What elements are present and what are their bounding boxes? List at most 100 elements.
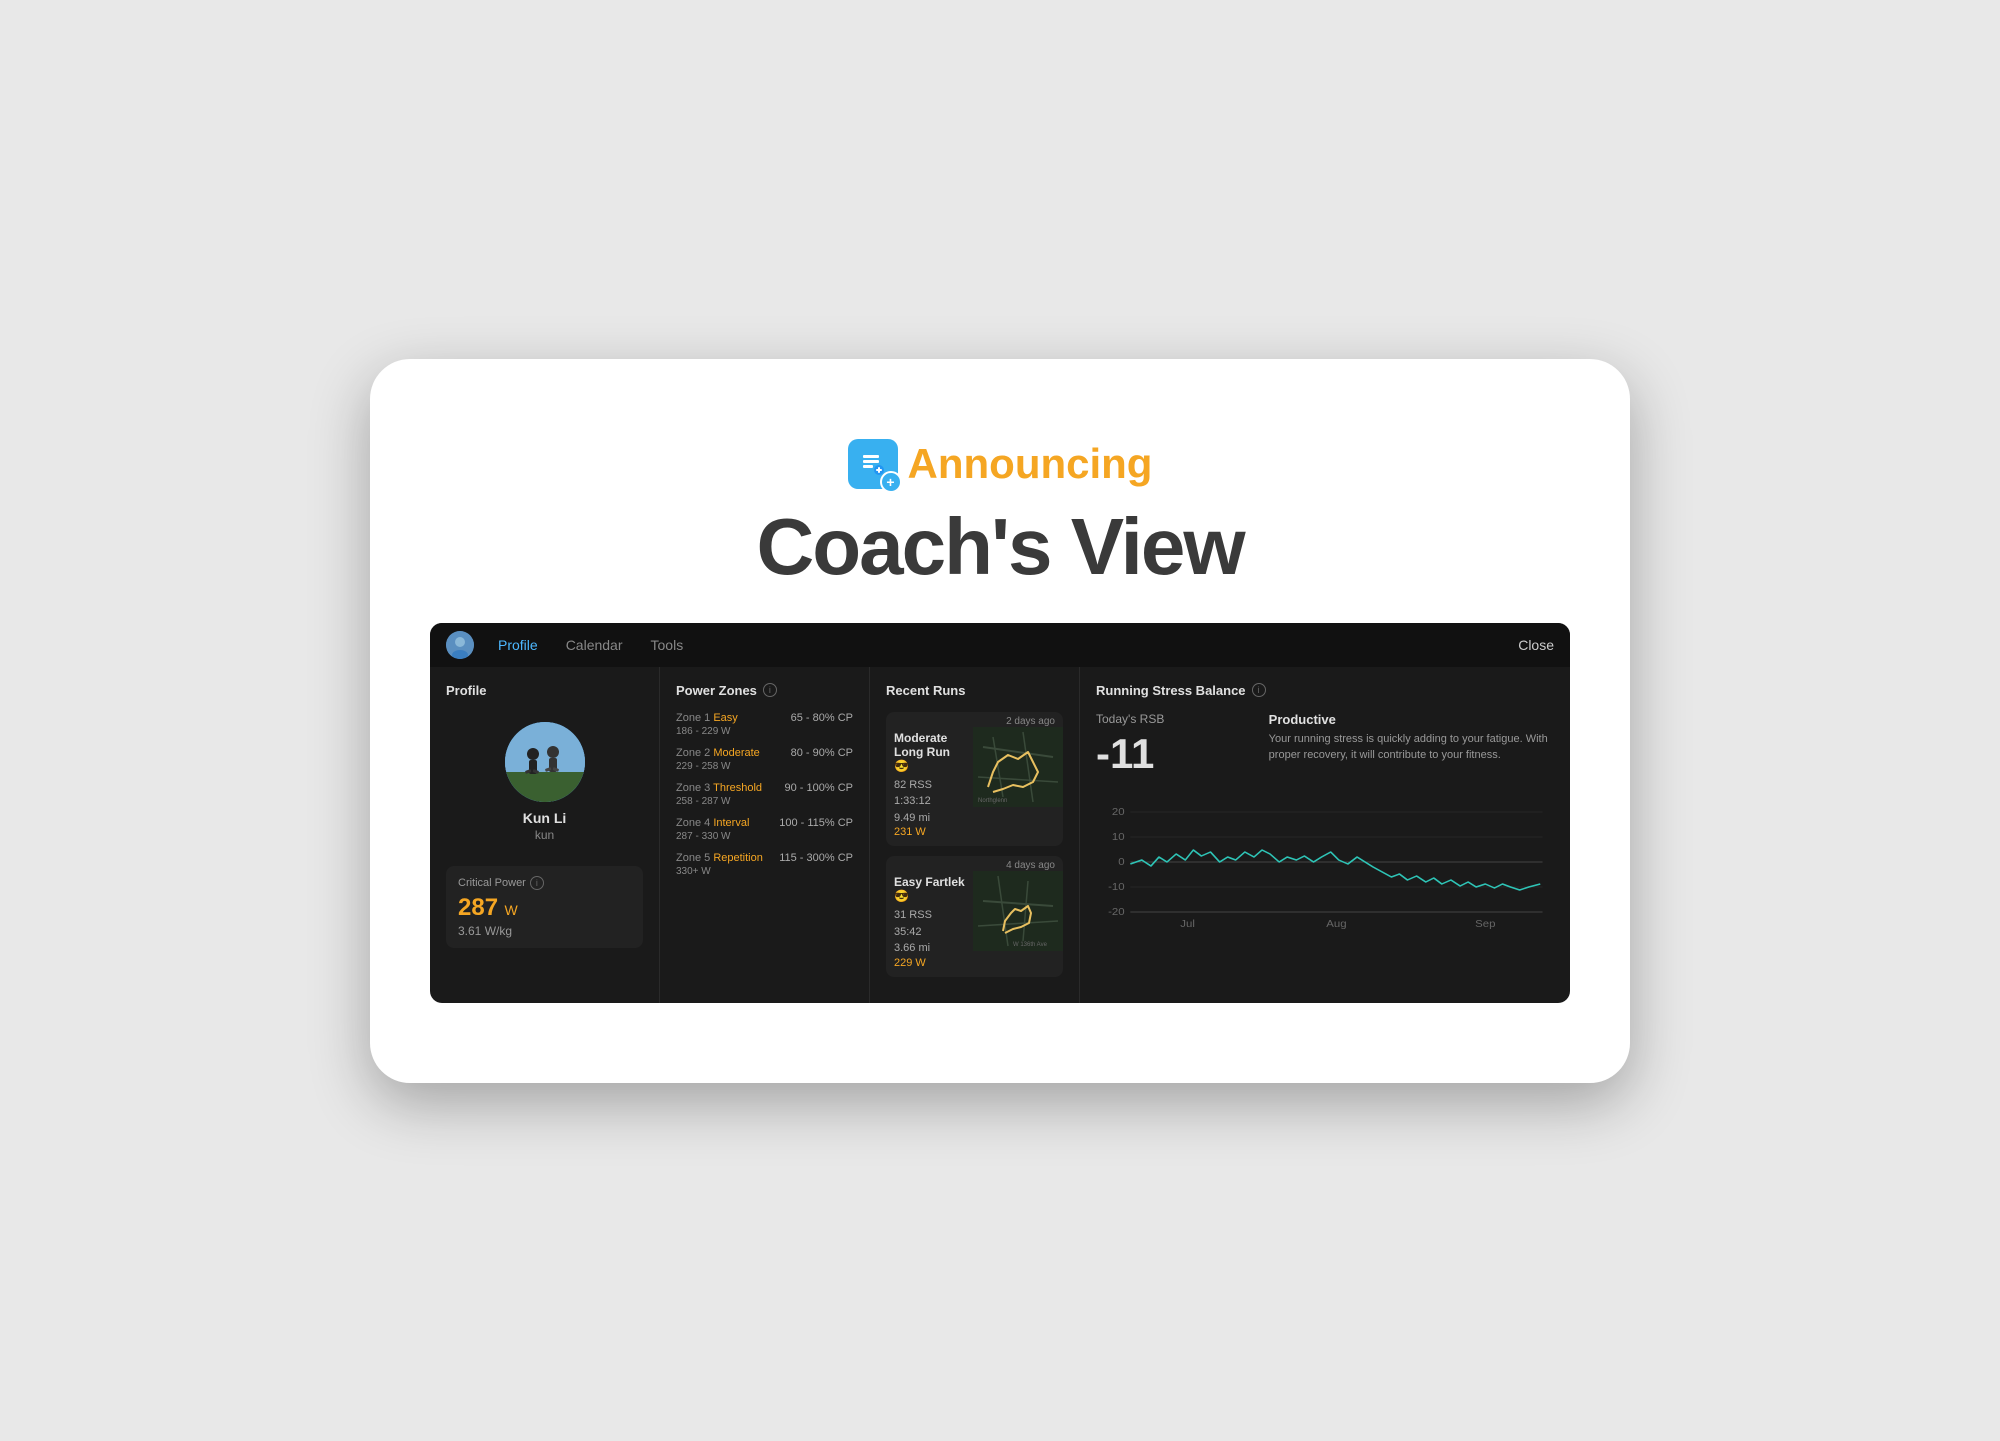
run-1-watts: 231 W [894, 826, 965, 838]
run-1-title: Moderate Long Run 😎 [894, 731, 965, 773]
zone-5-name-line: Zone 5 Repetition 115 - 300% CP [676, 852, 853, 864]
coaches-view-title: Coach's View [430, 501, 1570, 593]
zone-2-range: 229 - 258 W [676, 761, 853, 772]
zone-4-name: Interval [713, 817, 749, 829]
run-card-2[interactable]: 4 days ago Easy Fartlek 😎 31 RSS 35:42 3… [886, 856, 1063, 977]
zone-2-name: Moderate [713, 747, 759, 759]
rsb-chart: 20 10 0 -10 -20 Jul Aug Sep [1096, 792, 1554, 932]
run-1-info: Moderate Long Run 😎 82 RSS 1:33:12 9.49 … [886, 727, 973, 847]
profile-username: kun [535, 828, 554, 842]
rsb-productive-section: Productive Your running stress is quickl… [1269, 712, 1554, 778]
rsb-today-label: Today's RSB [1096, 712, 1239, 726]
zone-1-range: 186 - 229 W [676, 726, 853, 737]
zone-row-2: Zone 2 Moderate 80 - 90% CP 229 - 258 W [676, 747, 853, 772]
zone-4-range: 287 - 330 W [676, 831, 853, 842]
zone-3-name: Threshold [713, 782, 762, 794]
svg-text:10: 10 [1112, 831, 1125, 842]
rsb-status-label: Productive [1269, 712, 1554, 727]
nav-calendar[interactable]: Calendar [562, 637, 627, 653]
run-2-map: W 136th Ave [973, 871, 1063, 951]
cp-info-icon[interactable]: i [530, 876, 544, 890]
zone-row-4: Zone 4 Interval 100 - 115% CP 287 - 330 … [676, 817, 853, 842]
critical-power-box: Critical Power i 287 W 3.61 W/kg [446, 866, 643, 948]
power-zones-panel: Power Zones i Zone 1 Easy 65 - 80% CP 18… [660, 667, 870, 1003]
profile-avatar [505, 722, 585, 802]
nav-profile[interactable]: Profile [494, 637, 542, 653]
rsb-today-value: -11 [1096, 730, 1239, 778]
run-2-timestamp: 4 days ago [886, 856, 1063, 871]
zone-3-name-line: Zone 3 Threshold 90 - 100% CP [676, 782, 853, 794]
zone-5-range: 330+ W [676, 866, 853, 877]
rsb-description: Your running stress is quickly adding to… [1269, 731, 1554, 764]
zone-2-name-line: Zone 2 Moderate 80 - 90% CP [676, 747, 853, 759]
cp-label: Critical Power i [458, 876, 631, 890]
rsb-title: Running Stress Balance [1096, 683, 1246, 698]
svg-text:20: 20 [1112, 806, 1125, 817]
nav-tools[interactable]: Tools [647, 637, 688, 653]
run-1-rss: 82 RSS [894, 777, 965, 794]
power-zones-title: Power Zones [676, 683, 757, 698]
run-2-watts: 229 W [894, 957, 965, 969]
recent-runs-panel: Recent Runs 2 days ago Moderate Long Run… [870, 667, 1080, 1003]
run-1-map: Northglenn [973, 727, 1063, 807]
cp-value-row: 287 W [458, 894, 631, 922]
zone-5-name: Repetition [713, 852, 763, 864]
svg-text:W 136th Ave: W 136th Ave [1013, 942, 1048, 948]
zone-4-cp-range: 100 - 115% CP [779, 817, 853, 829]
announcement-header: Announcing [430, 439, 1570, 489]
rsb-today-section: Today's RSB -11 [1096, 712, 1239, 778]
run-card-1[interactable]: 2 days ago Moderate Long Run 😎 82 RSS 1:… [886, 712, 1063, 847]
nav-close[interactable]: Close [1518, 637, 1554, 653]
main-content: Profile [430, 667, 1570, 1003]
recent-runs-title: Recent Runs [886, 683, 1063, 698]
cp-unit: W [505, 902, 518, 918]
zone-4-name-line: Zone 4 Interval 100 - 115% CP [676, 817, 853, 829]
rsb-panel: Running Stress Balance i Today's RSB -11… [1080, 667, 1570, 1003]
svg-text:-10: -10 [1108, 881, 1125, 892]
announcement-section: Announcing Coach's View [430, 419, 1570, 623]
zone-1-cp-range: 65 - 80% CP [791, 712, 853, 724]
rsb-info-icon[interactable]: i [1252, 683, 1266, 697]
profile-panel: Profile [430, 667, 660, 1003]
run-2-info: Easy Fartlek 😎 31 RSS 35:42 3.66 mi 229 … [886, 871, 973, 977]
app-container: Profile Calendar Tools Close Profile [430, 623, 1570, 1003]
svg-text:Jul: Jul [1180, 918, 1195, 929]
power-zones-title-row: Power Zones i [676, 683, 853, 698]
svg-text:0: 0 [1118, 856, 1124, 867]
zone-1-name: Easy [713, 712, 737, 724]
nav-bar: Profile Calendar Tools Close [430, 623, 1570, 667]
zone-2-cp-range: 80 - 90% CP [791, 747, 853, 759]
zone-row-3: Zone 3 Threshold 90 - 100% CP 258 - 287 … [676, 782, 853, 807]
svg-text:Aug: Aug [1326, 918, 1346, 929]
svg-text:-20: -20 [1108, 906, 1125, 917]
announce-icon [848, 439, 898, 489]
cp-value: 287 [458, 894, 498, 921]
zone-row-5: Zone 5 Repetition 115 - 300% CP 330+ W [676, 852, 853, 877]
svg-text:Sep: Sep [1475, 918, 1495, 929]
zone-1-name-line: Zone 1 Easy 65 - 80% CP [676, 712, 853, 724]
rsb-top: Today's RSB -11 Productive Your running … [1096, 712, 1554, 778]
zone-5-cp-range: 115 - 300% CP [779, 852, 853, 864]
zone-3-range: 258 - 287 W [676, 796, 853, 807]
device-frame: Announcing Coach's View Profile Calendar… [370, 359, 1630, 1083]
run-1-time: 1:33:12 [894, 793, 965, 810]
power-zones-info-icon[interactable]: i [763, 683, 777, 697]
run-2-distance: 3.66 mi [894, 940, 965, 957]
announcing-text: Announcing [908, 440, 1153, 488]
rsb-chart-svg: 20 10 0 -10 -20 Jul Aug Sep [1096, 792, 1554, 932]
cp-kg: 3.61 W/kg [458, 924, 631, 938]
run-1-body: Moderate Long Run 😎 82 RSS 1:33:12 9.49 … [886, 727, 1063, 847]
run-2-body: Easy Fartlek 😎 31 RSS 35:42 3.66 mi 229 … [886, 871, 1063, 977]
profile-panel-title: Profile [446, 683, 643, 698]
profile-name: Kun Li [523, 810, 567, 826]
run-2-rss: 31 RSS [894, 907, 965, 924]
nav-avatar [446, 631, 474, 659]
profile-content: Kun Li kun Critical Power i 287 W 3.61 W… [446, 712, 643, 948]
run-1-distance: 9.49 mi [894, 810, 965, 827]
rsb-title-row: Running Stress Balance i [1096, 683, 1554, 698]
zone-row-1: Zone 1 Easy 65 - 80% CP 186 - 229 W [676, 712, 853, 737]
run-2-time: 35:42 [894, 924, 965, 941]
zone-3-cp-range: 90 - 100% CP [785, 782, 853, 794]
svg-text:Northglenn: Northglenn [978, 798, 1007, 804]
run-1-timestamp: 2 days ago [886, 712, 1063, 727]
